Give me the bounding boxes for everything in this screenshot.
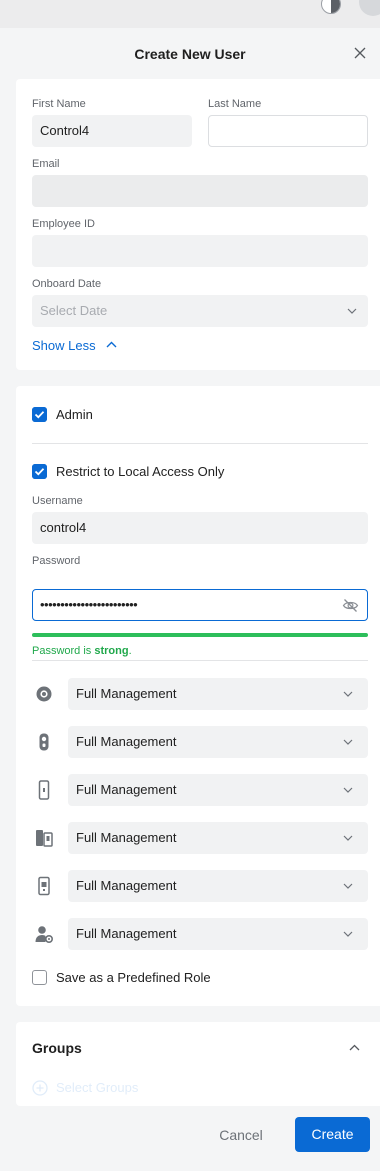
permission-select-intercom[interactable]: Full Management <box>68 822 368 854</box>
keypad-icon <box>38 876 50 896</box>
camera-icon <box>36 686 52 702</box>
permission-select-camera[interactable]: Full Management <box>68 678 368 710</box>
restrict-local-checkbox[interactable] <box>32 464 47 479</box>
strength-word: strong <box>94 645 129 657</box>
intercom-icon <box>36 830 53 847</box>
username-label: Username <box>32 495 83 507</box>
onboard-date-select[interactable]: Select Date <box>32 295 368 327</box>
groups-card: Groups Select Groups <box>16 1022 380 1106</box>
select-groups-label: Select Groups <box>56 1080 139 1095</box>
divider <box>32 443 368 444</box>
chevron-down-icon <box>343 787 353 793</box>
cancel-button[interactable]: Cancel <box>208 1118 274 1152</box>
restrict-local-label: Restrict to Local Access Only <box>56 464 225 479</box>
username-field[interactable]: control4 <box>32 512 368 544</box>
dialog-footer: Cancel Create <box>0 1106 380 1171</box>
divider <box>32 660 368 661</box>
first-name-label: First Name <box>32 98 86 110</box>
profile-card: First Name Control4 Last Name Email Empl… <box>16 79 380 370</box>
strength-prefix: Password is <box>32 645 92 657</box>
chevron-down-icon <box>343 835 353 841</box>
close-icon[interactable] <box>352 45 368 61</box>
permission-select-doorbell[interactable]: Full Management <box>68 726 368 758</box>
permission-select-users[interactable]: Full Management <box>68 918 368 950</box>
chevron-down-icon <box>347 308 357 314</box>
predefined-role-checkbox[interactable] <box>32 970 47 985</box>
eye-off-icon[interactable] <box>342 597 359 614</box>
doorbell-icon <box>39 733 49 751</box>
last-name-field[interactable] <box>208 115 368 147</box>
email-field[interactable] <box>32 175 368 207</box>
chevron-down-icon <box>343 931 353 937</box>
user-settings-icon <box>35 926 54 944</box>
email-label: Email <box>32 158 60 170</box>
password-strength-bar <box>32 633 368 637</box>
chevron-down-icon <box>343 739 353 745</box>
chevron-down-icon <box>343 691 353 697</box>
groups-title: Groups <box>32 1040 82 1056</box>
avatar[interactable] <box>359 0 380 16</box>
password-label: Password <box>32 555 81 567</box>
chevron-up-icon[interactable] <box>349 1044 360 1051</box>
admin-checkbox[interactable] <box>32 407 47 422</box>
top-bar <box>0 0 380 28</box>
employee-id-field[interactable] <box>32 235 368 267</box>
chevron-down-icon <box>343 883 353 889</box>
onboard-date-label: Onboard Date <box>32 278 102 290</box>
last-name-label: Last Name <box>208 98 262 110</box>
first-name-field[interactable]: Control4 <box>32 115 192 147</box>
password-strength-text: Password is strong. <box>32 645 132 657</box>
chevron-up-icon[interactable] <box>106 341 117 348</box>
admin-label: Admin <box>56 407 93 422</box>
access-card: Admin Restrict to Local Access Only User… <box>16 386 380 1006</box>
permission-select-access-reader[interactable]: Full Management <box>68 774 368 806</box>
strength-suffix: . <box>128 645 132 657</box>
dialog-header: Create New User <box>0 28 380 78</box>
permission-select-keypad[interactable]: Full Management <box>68 870 368 902</box>
predefined-role-label: Save as a Predefined Role <box>56 970 211 985</box>
show-less-link[interactable]: Show Less <box>32 338 96 353</box>
plus-circle-icon <box>32 1080 48 1096</box>
employee-id-label: Employee ID <box>32 218 95 230</box>
password-field[interactable]: •••••••••••••••••••••••• <box>32 589 368 621</box>
dialog-title: Create New User <box>134 46 246 62</box>
theme-toggle-icon[interactable] <box>321 0 341 14</box>
access-reader-icon <box>38 780 50 800</box>
password-value: •••••••••••••••••••••••• <box>40 597 138 612</box>
create-button[interactable]: Create <box>295 1117 370 1152</box>
